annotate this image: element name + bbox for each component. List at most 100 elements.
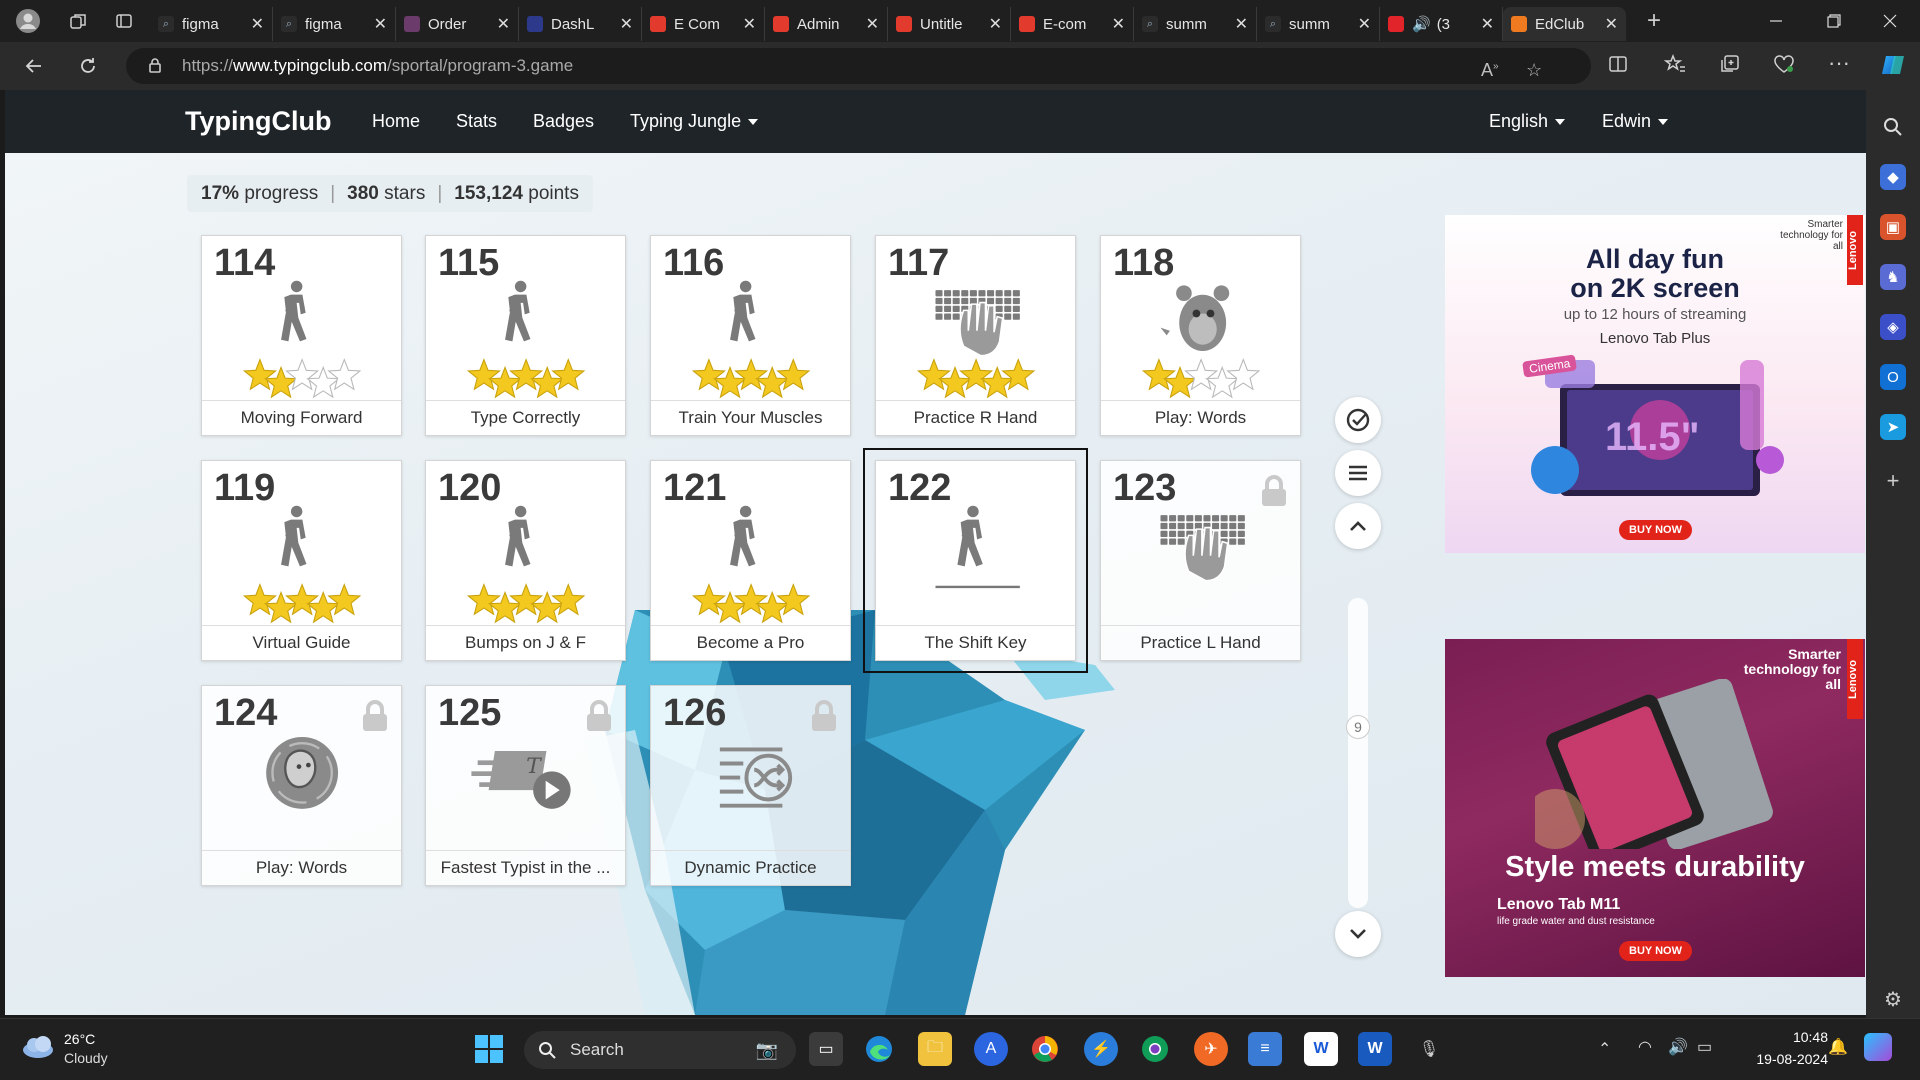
workspaces-icon[interactable]: [64, 7, 92, 35]
lesson-card[interactable]: 122 The Shift Key: [863, 448, 1088, 673]
search-icon[interactable]: [1880, 114, 1906, 140]
nav-typing-jungle[interactable]: Typing Jungle: [630, 111, 759, 132]
browser-tab[interactable]: Admin ✕: [765, 7, 888, 41]
battery-icon[interactable]: ▭: [1697, 1037, 1712, 1057]
microsoft-word-icon[interactable]: W: [1358, 1032, 1392, 1066]
read-aloud-icon[interactable]: A»: [1481, 60, 1499, 81]
word-w-icon[interactable]: W: [1304, 1032, 1338, 1066]
telegram-icon[interactable]: ➤: [1880, 414, 1906, 440]
close-tab-icon[interactable]: ✕: [251, 14, 264, 34]
profile-icon[interactable]: [14, 7, 42, 35]
notepad-icon[interactable]: ≡: [1248, 1032, 1282, 1066]
microphone-app-icon[interactable]: 🎙: [1412, 1032, 1446, 1066]
lesson-card[interactable]: 118 Play: Words: [1100, 235, 1301, 436]
games-icon[interactable]: ♞: [1880, 264, 1906, 290]
lesson-card[interactable]: 121 Become a Pro: [650, 460, 851, 661]
ad-buy-now-button[interactable]: BUY NOW: [1619, 520, 1692, 540]
add-sidebar-app-icon[interactable]: +: [1880, 468, 1906, 494]
lesson-card[interactable]: 115 Type Correctly: [425, 235, 626, 436]
browser-tab[interactable]: DashL ✕: [519, 7, 642, 41]
taskbar-search-box[interactable]: Search 📷: [524, 1031, 796, 1069]
refresh-icon[interactable]: [68, 46, 108, 86]
close-tab-icon[interactable]: ✕: [1235, 14, 1248, 34]
scroll-down-button[interactable]: [1335, 911, 1381, 957]
browser-tab[interactable]: ⌕ summ ✕: [1257, 7, 1380, 41]
collections-icon[interactable]: [1719, 54, 1741, 79]
browser-tab[interactable]: Order ✕: [396, 7, 519, 41]
chevron-up-icon[interactable]: ⌃: [1598, 1039, 1611, 1059]
file-explorer-icon[interactable]: 🗀: [918, 1032, 952, 1066]
chrome-icon[interactable]: [1028, 1032, 1062, 1066]
copilot-icon[interactable]: [1880, 52, 1906, 83]
browser-essentials-icon[interactable]: [1773, 54, 1795, 79]
scroll-track[interactable]: [1348, 598, 1368, 908]
site-logo[interactable]: TypingClub: [185, 106, 331, 137]
more-options-icon[interactable]: ···: [1828, 50, 1850, 76]
scroll-up-button[interactable]: [1335, 503, 1381, 549]
copilot-taskbar-icon[interactable]: [1864, 1033, 1892, 1061]
user-menu[interactable]: Edwin: [1602, 111, 1669, 132]
notification-bell-icon[interactable]: 🔔: [1828, 1037, 1848, 1057]
close-tab-icon[interactable]: ✕: [620, 14, 633, 34]
close-tab-icon[interactable]: ✕: [497, 14, 510, 34]
new-tab-icon[interactable]: +: [1640, 7, 1668, 35]
close-tab-icon[interactable]: ✕: [989, 14, 1002, 34]
lesson-card[interactable]: 125 T Fastest Typist in the ...: [425, 685, 626, 886]
postman-icon[interactable]: ✈: [1194, 1032, 1228, 1066]
favorites-icon[interactable]: [1663, 53, 1686, 79]
lesson-card[interactable]: 126 Dynamic Practice: [650, 685, 851, 886]
weather-cloud-icon[interactable]: [20, 1033, 56, 1063]
check-button[interactable]: [1335, 397, 1381, 443]
quick-assist-icon[interactable]: ⚡: [1084, 1032, 1118, 1066]
menu-button[interactable]: [1335, 450, 1381, 496]
minimize-icon[interactable]: [1762, 7, 1790, 35]
close-tab-icon[interactable]: ✕: [1112, 14, 1125, 34]
advertisement-tab-m11[interactable]: Lenovo Smarter technology for all Style …: [1445, 639, 1865, 977]
lesson-card[interactable]: 117 Practice R Hand: [875, 235, 1076, 436]
clock-time[interactable]: 10:48: [1740, 1029, 1828, 1045]
wifi-icon[interactable]: ◠: [1638, 1037, 1652, 1057]
lesson-card[interactable]: 116 Train Your Muscles: [650, 235, 851, 436]
url-bar[interactable]: https://www.typingclub.com/sportal/progr…: [126, 48, 1591, 84]
speaker-icon[interactable]: 🔊: [1412, 15, 1431, 33]
advertisement-tab-plus[interactable]: Lenovo Smarter technology for all All da…: [1445, 215, 1865, 553]
close-tab-icon[interactable]: ✕: [1605, 14, 1618, 34]
browser-tab[interactable]: EdClub ✕: [1503, 7, 1626, 41]
browser-tab[interactable]: ⌕ figma ✕: [273, 7, 396, 41]
task-view-icon[interactable]: ▭: [809, 1032, 843, 1066]
favorite-star-icon[interactable]: ☆: [1526, 60, 1542, 81]
ad-buy-now-button[interactable]: BUY NOW: [1619, 941, 1692, 961]
close-window-icon[interactable]: [1876, 7, 1904, 35]
chrome-profile-icon[interactable]: [1138, 1032, 1172, 1066]
tab-actions-icon[interactable]: [110, 7, 138, 35]
close-tab-icon[interactable]: ✕: [743, 14, 756, 34]
restore-icon[interactable]: [1820, 7, 1848, 35]
split-screen-icon[interactable]: [1608, 54, 1628, 79]
volume-icon[interactable]: 🔊: [1668, 1037, 1688, 1057]
lesson-card[interactable]: 120 Bumps on J & F: [425, 460, 626, 661]
app-store-icon[interactable]: A: [974, 1032, 1008, 1066]
browser-tab[interactable]: 🔊 (3 ✕: [1380, 7, 1503, 41]
browser-tab[interactable]: Untitle ✕: [888, 7, 1011, 41]
lesson-card[interactable]: 114 Moving Forward: [201, 235, 402, 436]
lesson-card[interactable]: 124 Play: Words: [201, 685, 402, 886]
browser-tab[interactable]: ⌕ summ ✕: [1134, 7, 1257, 41]
nav-home[interactable]: Home: [372, 111, 420, 132]
nav-stats[interactable]: Stats: [456, 111, 497, 132]
close-tab-icon[interactable]: ✕: [374, 14, 387, 34]
close-tab-icon[interactable]: ✕: [1481, 14, 1494, 34]
shopping-tag-icon[interactable]: ◆: [1880, 164, 1906, 190]
settings-gear-icon[interactable]: ⚙: [1880, 986, 1906, 1012]
browser-tab[interactable]: E Com ✕: [642, 7, 765, 41]
lesson-card[interactable]: 119 Virtual Guide: [201, 460, 402, 661]
tools-icon[interactable]: ▣: [1880, 214, 1906, 240]
close-tab-icon[interactable]: ✕: [866, 14, 879, 34]
microsoft-365-icon[interactable]: ◈: [1880, 314, 1906, 340]
back-icon[interactable]: [14, 46, 54, 86]
nav-badges[interactable]: Badges: [533, 111, 594, 132]
browser-tab[interactable]: E-com ✕: [1011, 7, 1134, 41]
close-tab-icon[interactable]: ✕: [1358, 14, 1371, 34]
edge-browser-icon[interactable]: [862, 1032, 896, 1066]
lesson-card[interactable]: 123 Practice L Hand: [1100, 460, 1301, 661]
language-menu[interactable]: English: [1489, 111, 1566, 132]
